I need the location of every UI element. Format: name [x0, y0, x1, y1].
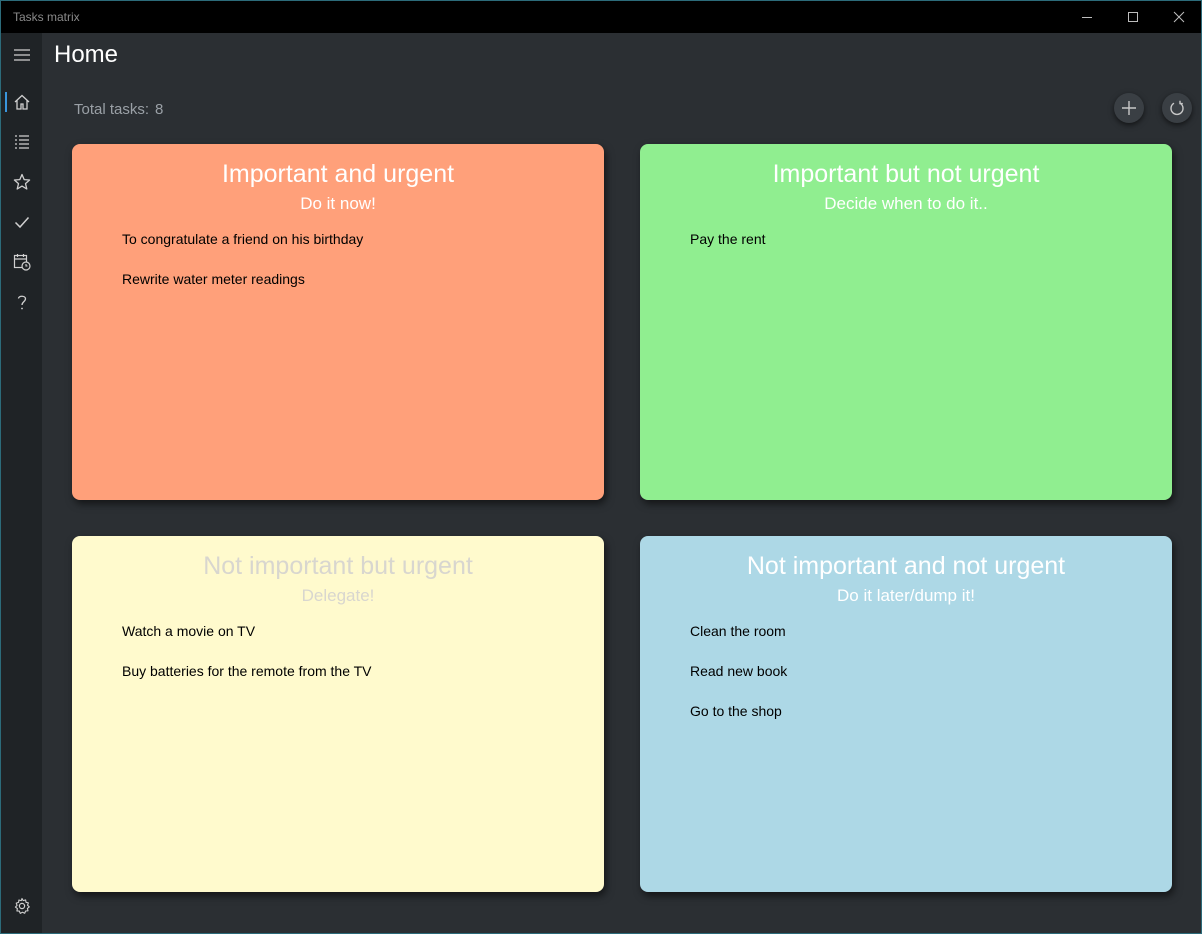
help-icon [17, 295, 26, 310]
minimize-icon [1082, 17, 1092, 18]
quadrant-subtitle: Delegate! [301, 586, 375, 605]
nav-item-list[interactable] [1, 122, 42, 162]
task-list: Watch a movie on TV Buy batteries for th… [122, 623, 372, 703]
task-list: Clean the room Read new book Go to the s… [690, 623, 787, 743]
quadrant-title: Important and urgent [221, 160, 455, 188]
window-title: Tasks matrix [13, 10, 80, 24]
quadrant-subtitle: Decide when to do it.. [824, 194, 988, 213]
nav-item-home[interactable] [1, 82, 42, 122]
quadrant-important-urgent[interactable]: Important and urgent Do it now! To congr… [72, 144, 604, 500]
quadrant-not-important-urgent[interactable]: Not important but urgent Delegate! Watch… [72, 536, 604, 892]
checkmark-icon [14, 216, 29, 229]
list-icon [14, 135, 29, 149]
task-item[interactable]: Pay the rent [690, 231, 766, 271]
refresh-icon [1170, 100, 1184, 116]
maximize-icon [1128, 12, 1138, 22]
task-item[interactable]: Read new book [690, 663, 787, 703]
quadrant-title: Not important but urgent [203, 552, 473, 580]
minimize-button[interactable] [1064, 1, 1110, 33]
settings-button[interactable] [1, 886, 42, 926]
task-item[interactable]: Watch a movie on TV [122, 623, 372, 663]
add-task-button[interactable] [1114, 93, 1144, 123]
close-button[interactable] [1156, 1, 1201, 33]
quadrant-subtitle: Do it now! [300, 194, 376, 213]
app-window: Tasks matrix Home Total tasks: 8 Importa… [0, 0, 1202, 934]
task-list: Pay the rent [690, 231, 766, 271]
refresh-button[interactable] [1162, 93, 1192, 123]
task-item[interactable]: Rewrite water meter readings [122, 271, 363, 311]
page-title: Home [54, 41, 119, 68]
star-icon [13, 173, 30, 190]
quadrant-not-important-not-urgent[interactable]: Not important and not urgent Do it later… [640, 536, 1172, 892]
total-tasks: Total tasks: 8 [74, 101, 163, 118]
home-icon [14, 94, 29, 110]
quadrant-subtitle: Do it later/dump it! [837, 586, 975, 605]
hamburger-icon [13, 49, 30, 61]
task-item[interactable]: Buy batteries for the remote from the TV [122, 663, 372, 703]
task-list: To congratulate a friend on his birthday… [122, 231, 363, 311]
total-tasks-count: 8 [155, 101, 164, 118]
quadrant-title: Important but not urgent [772, 160, 1040, 188]
close-icon [1173, 11, 1185, 23]
nav-rail [1, 33, 42, 933]
hamburger-menu-button[interactable] [1, 35, 42, 75]
nav-item-completed[interactable] [1, 202, 42, 242]
total-tasks-label: Total tasks: [74, 101, 150, 118]
nav-item-help[interactable] [1, 282, 42, 322]
quadrant-title: Not important and not urgent [746, 552, 1066, 580]
task-item[interactable]: Go to the shop [690, 703, 787, 743]
gear-icon [14, 897, 30, 914]
task-item[interactable]: Clean the room [690, 623, 787, 663]
plus-icon [1122, 101, 1136, 115]
nav-item-favorites[interactable] [1, 162, 42, 202]
title-bar: Tasks matrix [1, 1, 1201, 33]
task-item[interactable]: To congratulate a friend on his birthday [122, 231, 363, 271]
quadrant-important-not-urgent[interactable]: Important but not urgent Decide when to … [640, 144, 1172, 500]
maximize-button[interactable] [1110, 1, 1156, 33]
calendar-clock-icon [13, 254, 31, 271]
nav-item-scheduled[interactable] [1, 242, 42, 282]
